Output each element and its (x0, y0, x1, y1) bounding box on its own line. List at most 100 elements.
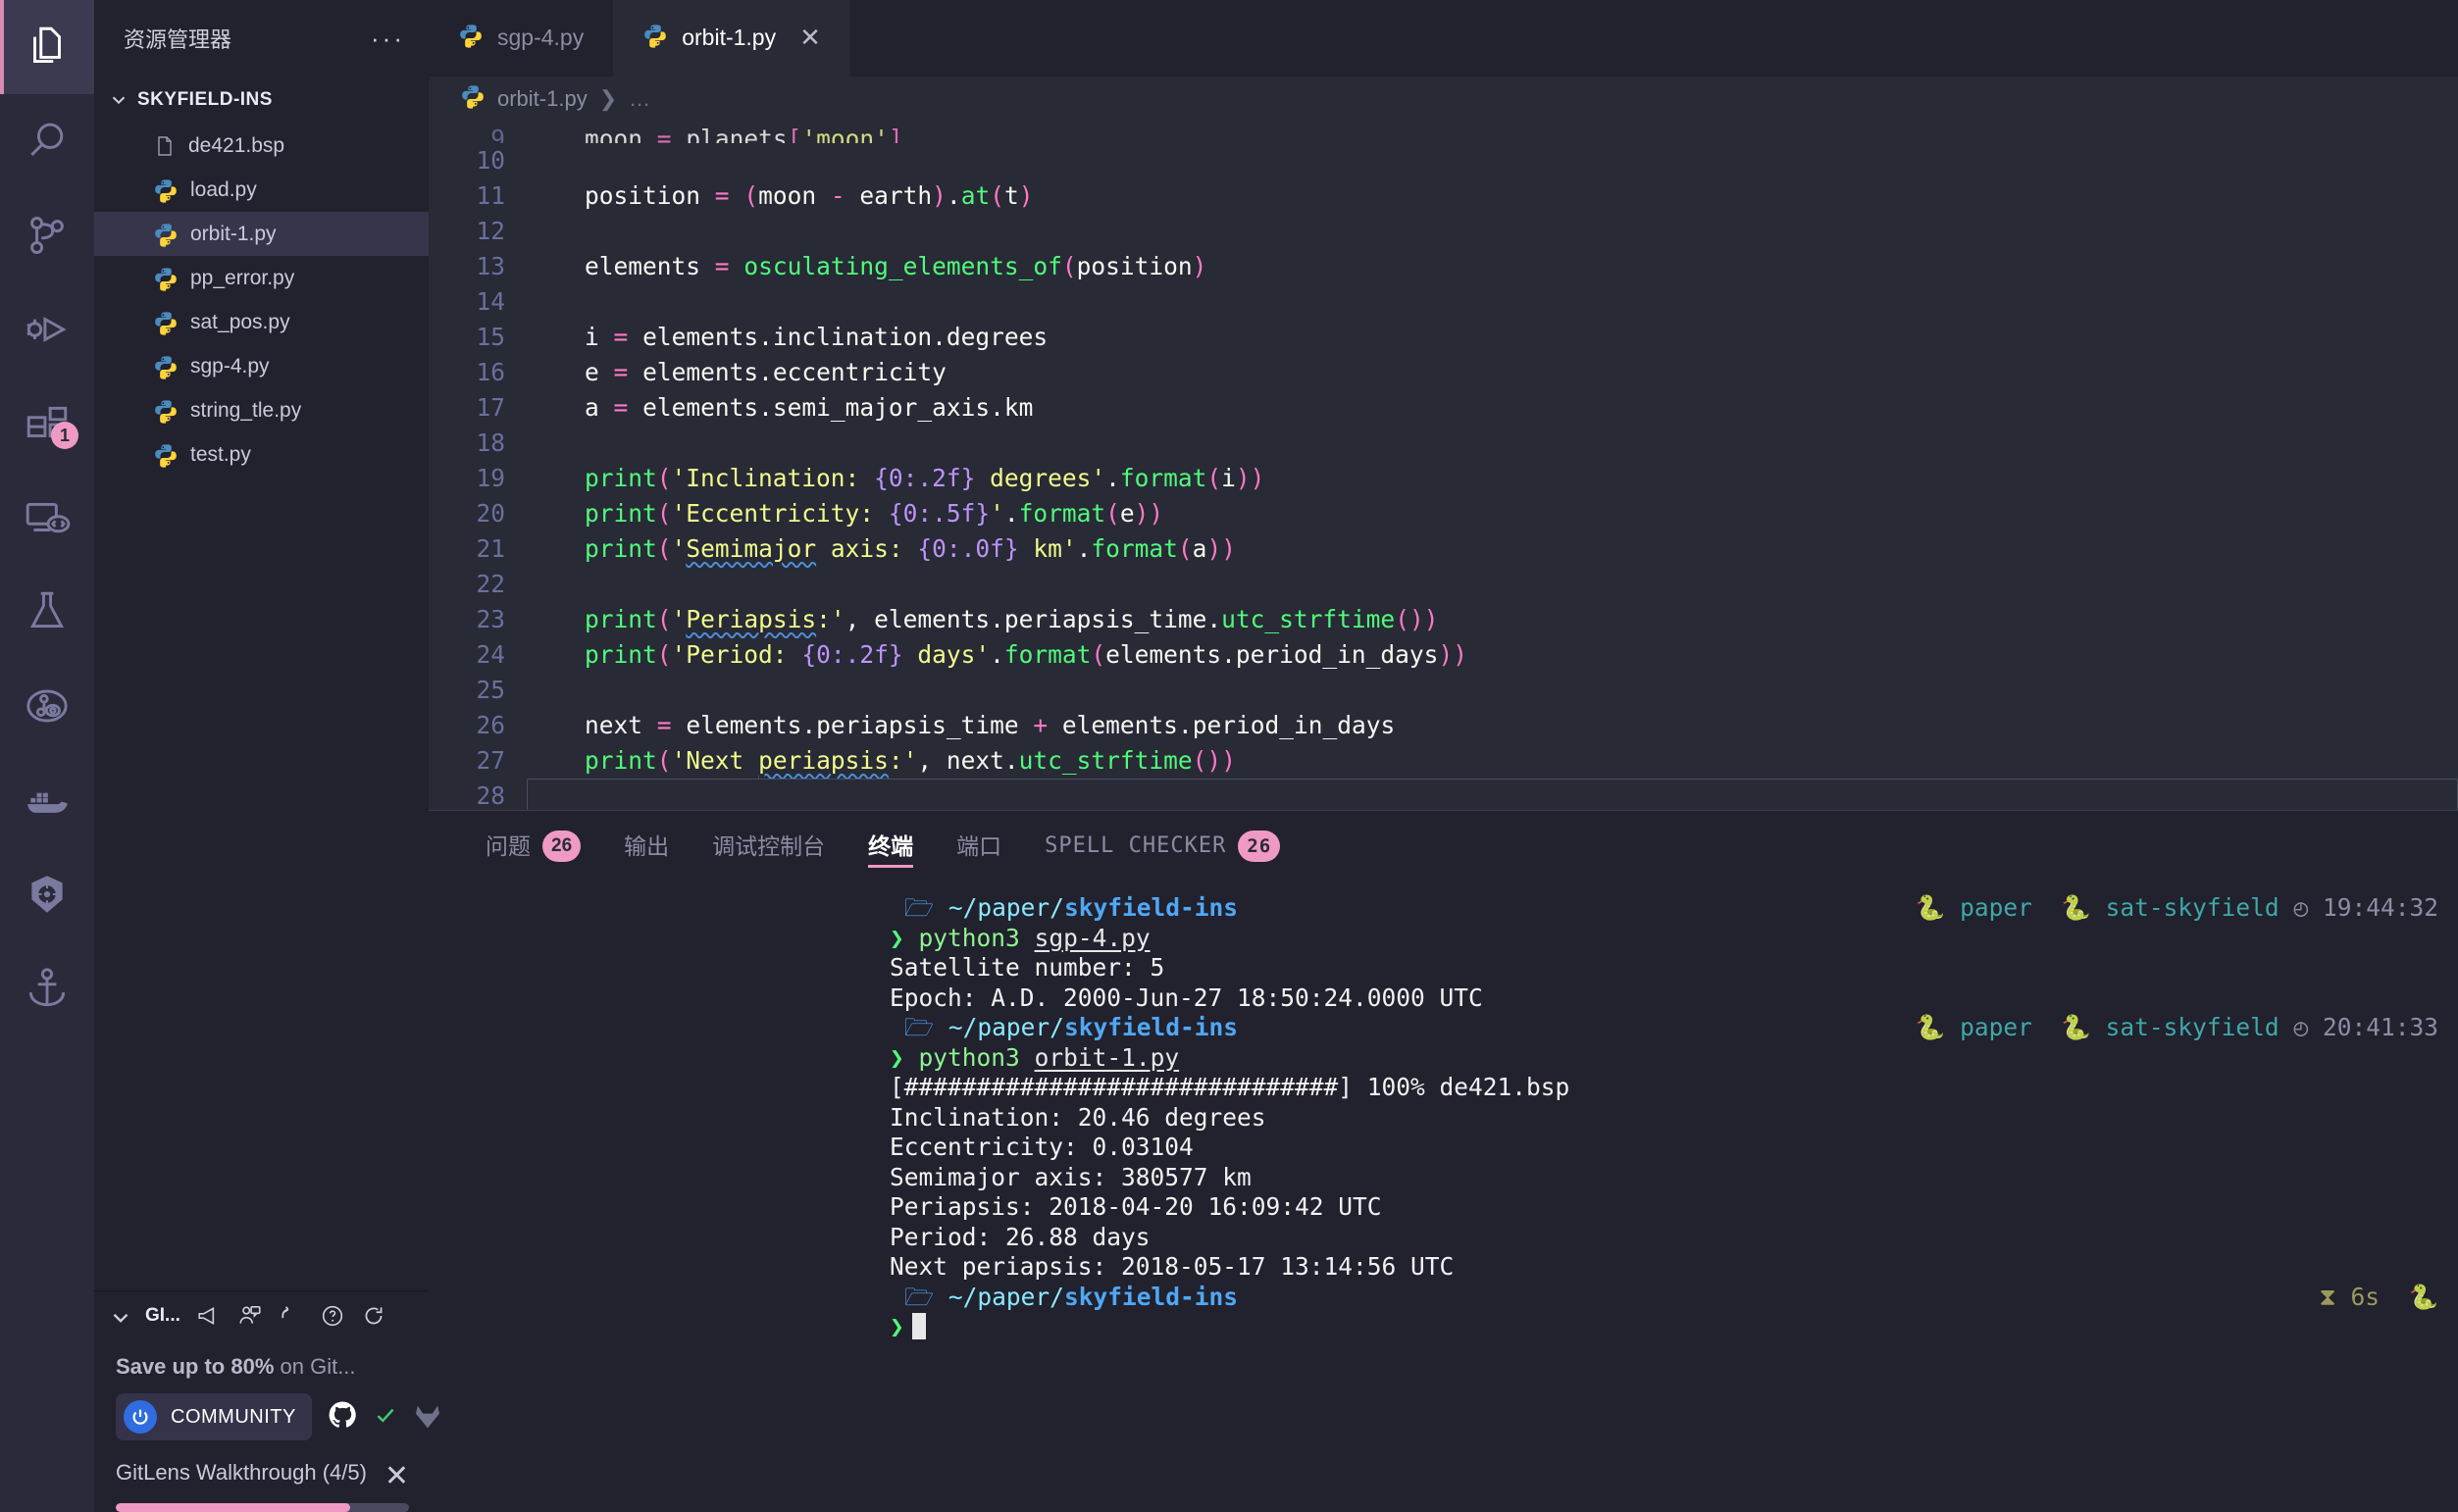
terminal-output-text: [##############################] 100% de… (890, 1073, 1570, 1101)
terminal-prompt-left: 🗁 ~/paper/skyfield-ins (890, 893, 1238, 924)
file-item-load-py[interactable]: load.py (94, 168, 429, 212)
code-line-12[interactable]: 12 (429, 214, 2458, 249)
file-item-string-tle-py[interactable]: string_tle.py (94, 388, 429, 432)
code-line-27[interactable]: 27 print('Next periapsis:', next.utc_str… (429, 743, 2458, 779)
activity-item-anchor[interactable] (0, 941, 94, 1035)
terminal-prompt-line: 🗁 ~/paper/skyfield-ins ⧗ 6s 🐍 (429, 1283, 2458, 1313)
code-line-19[interactable]: 19 print('Inclination: {0:.2f} degrees'.… (429, 461, 2458, 496)
file-item-label: sgp-4.py (190, 354, 270, 378)
editor-tab-orbit-1-py[interactable]: orbit-1.py ✕ (613, 0, 850, 76)
add-collaborator-icon[interactable] (237, 1303, 263, 1329)
close-icon[interactable]: ✕ (384, 1458, 409, 1491)
close-icon[interactable]: ✕ (799, 23, 821, 53)
terminal-path-prefix: ~/paper/ (947, 1282, 1064, 1311)
line-number: 25 (476, 676, 505, 705)
power-icon (124, 1400, 157, 1434)
file-item-label: pp_error.py (190, 266, 295, 289)
code-line-28[interactable]: 28 (429, 779, 2458, 810)
activity-item-search[interactable] (0, 94, 94, 188)
code-line-14[interactable]: 14 (429, 284, 2458, 320)
panel-tab-i2[interactable]: 调试控制台 (712, 811, 825, 882)
docker-whale-icon (23, 776, 72, 825)
editor-scrollbar[interactable] (2444, 122, 2458, 810)
snake-icon: 🐍 (2061, 1013, 2091, 1041)
terminal-input-line[interactable]: ❯ (429, 1312, 2458, 1342)
main-area: sgp-4.py orbit-1.py ✕ orbit-1.py ❯ … 9 mo… (429, 0, 2458, 1512)
megaphone-icon[interactable] (196, 1303, 222, 1329)
refresh-icon[interactable] (361, 1303, 386, 1329)
editor-tab-sgp-4-py[interactable]: sgp-4.py (429, 0, 614, 76)
file-item-pp-error-py[interactable]: pp_error.py (94, 256, 429, 300)
undo-icon[interactable] (279, 1303, 304, 1329)
code-line-text: position = (moon - earth).at(t) (585, 181, 1034, 211)
activity-item-docker[interactable] (0, 753, 94, 847)
chevron-down-icon[interactable] (108, 1305, 129, 1327)
panel-tab-i4[interactable]: 端口 (956, 811, 1001, 882)
activity-item-explorer[interactable] (0, 0, 94, 94)
line-number: 22 (476, 570, 505, 599)
editor-tab-bar: sgp-4.py orbit-1.py ✕ (429, 0, 2458, 76)
activity-item-kubernetes[interactable] (0, 847, 94, 941)
gitlens-walkthrough[interactable]: GitLens Walkthrough (4/5) ✕ (116, 1458, 409, 1491)
code-line-text: a = elements.semi_major_axis.km (585, 393, 1034, 423)
gitlens-community-button[interactable]: COMMUNITY (116, 1393, 312, 1440)
snake-icon: 🐍 (2408, 1282, 2438, 1311)
explorer-folder-section[interactable]: SKYFIELD-INS (94, 76, 429, 124)
python-icon (460, 83, 486, 115)
activity-item-extensions[interactable]: 1 (0, 377, 94, 471)
terminal-output-text: Semimajor axis: 380577 km (890, 1162, 1252, 1191)
code-line-10[interactable]: 10 (429, 143, 2458, 178)
activity-item-remote-explorer[interactable] (0, 471, 94, 565)
code-line-text: moon = planets['moon'] (585, 125, 903, 144)
terminal-command-arg[interactable]: sgp-4.py (1035, 924, 1151, 952)
file-item-orbit-1-py[interactable]: orbit-1.py (94, 212, 429, 256)
terminal-output-line: Satellite number: 5 (429, 953, 2458, 983)
terminal-command: python3 (918, 1042, 1020, 1072)
clock-icon: ◴ (2293, 1013, 2309, 1041)
activity-item-run-and-debug[interactable] (0, 282, 94, 377)
gitlens-promo[interactable]: Save up to 80% on Git... (116, 1354, 409, 1380)
panel-tab-i1[interactable]: 输出 (624, 811, 669, 882)
gitlens-community-label: COMMUNITY (171, 1405, 296, 1428)
code-line-22[interactable]: 22 (429, 567, 2458, 602)
code-line-20[interactable]: 20 print('Eccentricity: {0:.5f}'.format(… (429, 496, 2458, 531)
sidebar-more-actions[interactable]: ··· (371, 24, 405, 54)
extensions-badge: 1 (51, 422, 78, 449)
breadcrumb-file[interactable]: orbit-1.py (497, 86, 588, 112)
help-icon[interactable] (320, 1303, 345, 1329)
line-number: 23 (476, 605, 505, 634)
panel-tab-i0[interactable]: 问题 26 (486, 811, 582, 882)
terminal[interactable]: 🗁 ~/paper/skyfield-ins 🐍 paper 🐍 sat-skyf… (429, 882, 2458, 1512)
code-line-23[interactable]: 23 print('Periapsis:', elements.periapsi… (429, 602, 2458, 637)
panel-tab-i3[interactable]: 终端 (868, 811, 914, 882)
activity-item-source-control[interactable] (0, 188, 94, 282)
terminal-command-arg[interactable]: orbit-1.py (1035, 1043, 1180, 1072)
code-line-13[interactable]: 13 elements = osculating_elements_of(pos… (429, 249, 2458, 284)
code-line-26[interactable]: 26 next = elements.periapsis_time + elem… (429, 708, 2458, 743)
code-line-17[interactable]: 17 a = elements.semi_major_axis.km (429, 390, 2458, 426)
code-line-15[interactable]: 15 i = elements.inclination.degrees (429, 320, 2458, 355)
file-item-sgp-4-py[interactable]: sgp-4.py (94, 344, 429, 388)
terminal-output-line: Eccentricity: 0.03104 (429, 1133, 2458, 1163)
activity-item-gitlens[interactable] (0, 659, 94, 753)
file-item-label: test.py (190, 442, 251, 466)
panel-tab-spell-checker[interactable]: SPELL CHECKER 26 (1045, 811, 1281, 882)
breadcrumb-overflow[interactable]: … (629, 86, 650, 112)
file-item-sat-pos-py[interactable]: sat_pos.py (94, 300, 429, 344)
line-number: 13 (476, 252, 505, 281)
code-line-18[interactable]: 18 (429, 426, 2458, 461)
code-line-21[interactable]: 21 print('Semimajor axis: {0:.0f} km'.fo… (429, 531, 2458, 567)
code-line-24[interactable]: 24 print('Period: {0:.2f} days'.format(e… (429, 637, 2458, 673)
activity-bar: 1 (0, 0, 94, 1512)
github-icon[interactable] (326, 1398, 359, 1436)
activity-item-testing[interactable] (0, 565, 94, 659)
code-line-16[interactable]: 16 e = elements.eccentricity (429, 355, 2458, 390)
code-line-11[interactable]: 11 position = (moon - earth).at(t) (429, 178, 2458, 214)
line-number: 21 (476, 534, 505, 564)
code-editor[interactable]: 9 moon = planets['moon'] 10 11 position = … (429, 122, 2458, 810)
file-item-test-py[interactable]: test.py (94, 432, 429, 477)
bottom-panel: 问题 26 输出 调试控制台 终端 端口 SPELL CHECKER 26 🗁 ~/paper… (429, 810, 2458, 1512)
file-item-de421-bsp[interactable]: de421.bsp (94, 124, 429, 168)
code-line-25[interactable]: 25 (429, 673, 2458, 708)
code-line-9[interactable]: 9 moon = planets['moon'] (429, 122, 2458, 143)
